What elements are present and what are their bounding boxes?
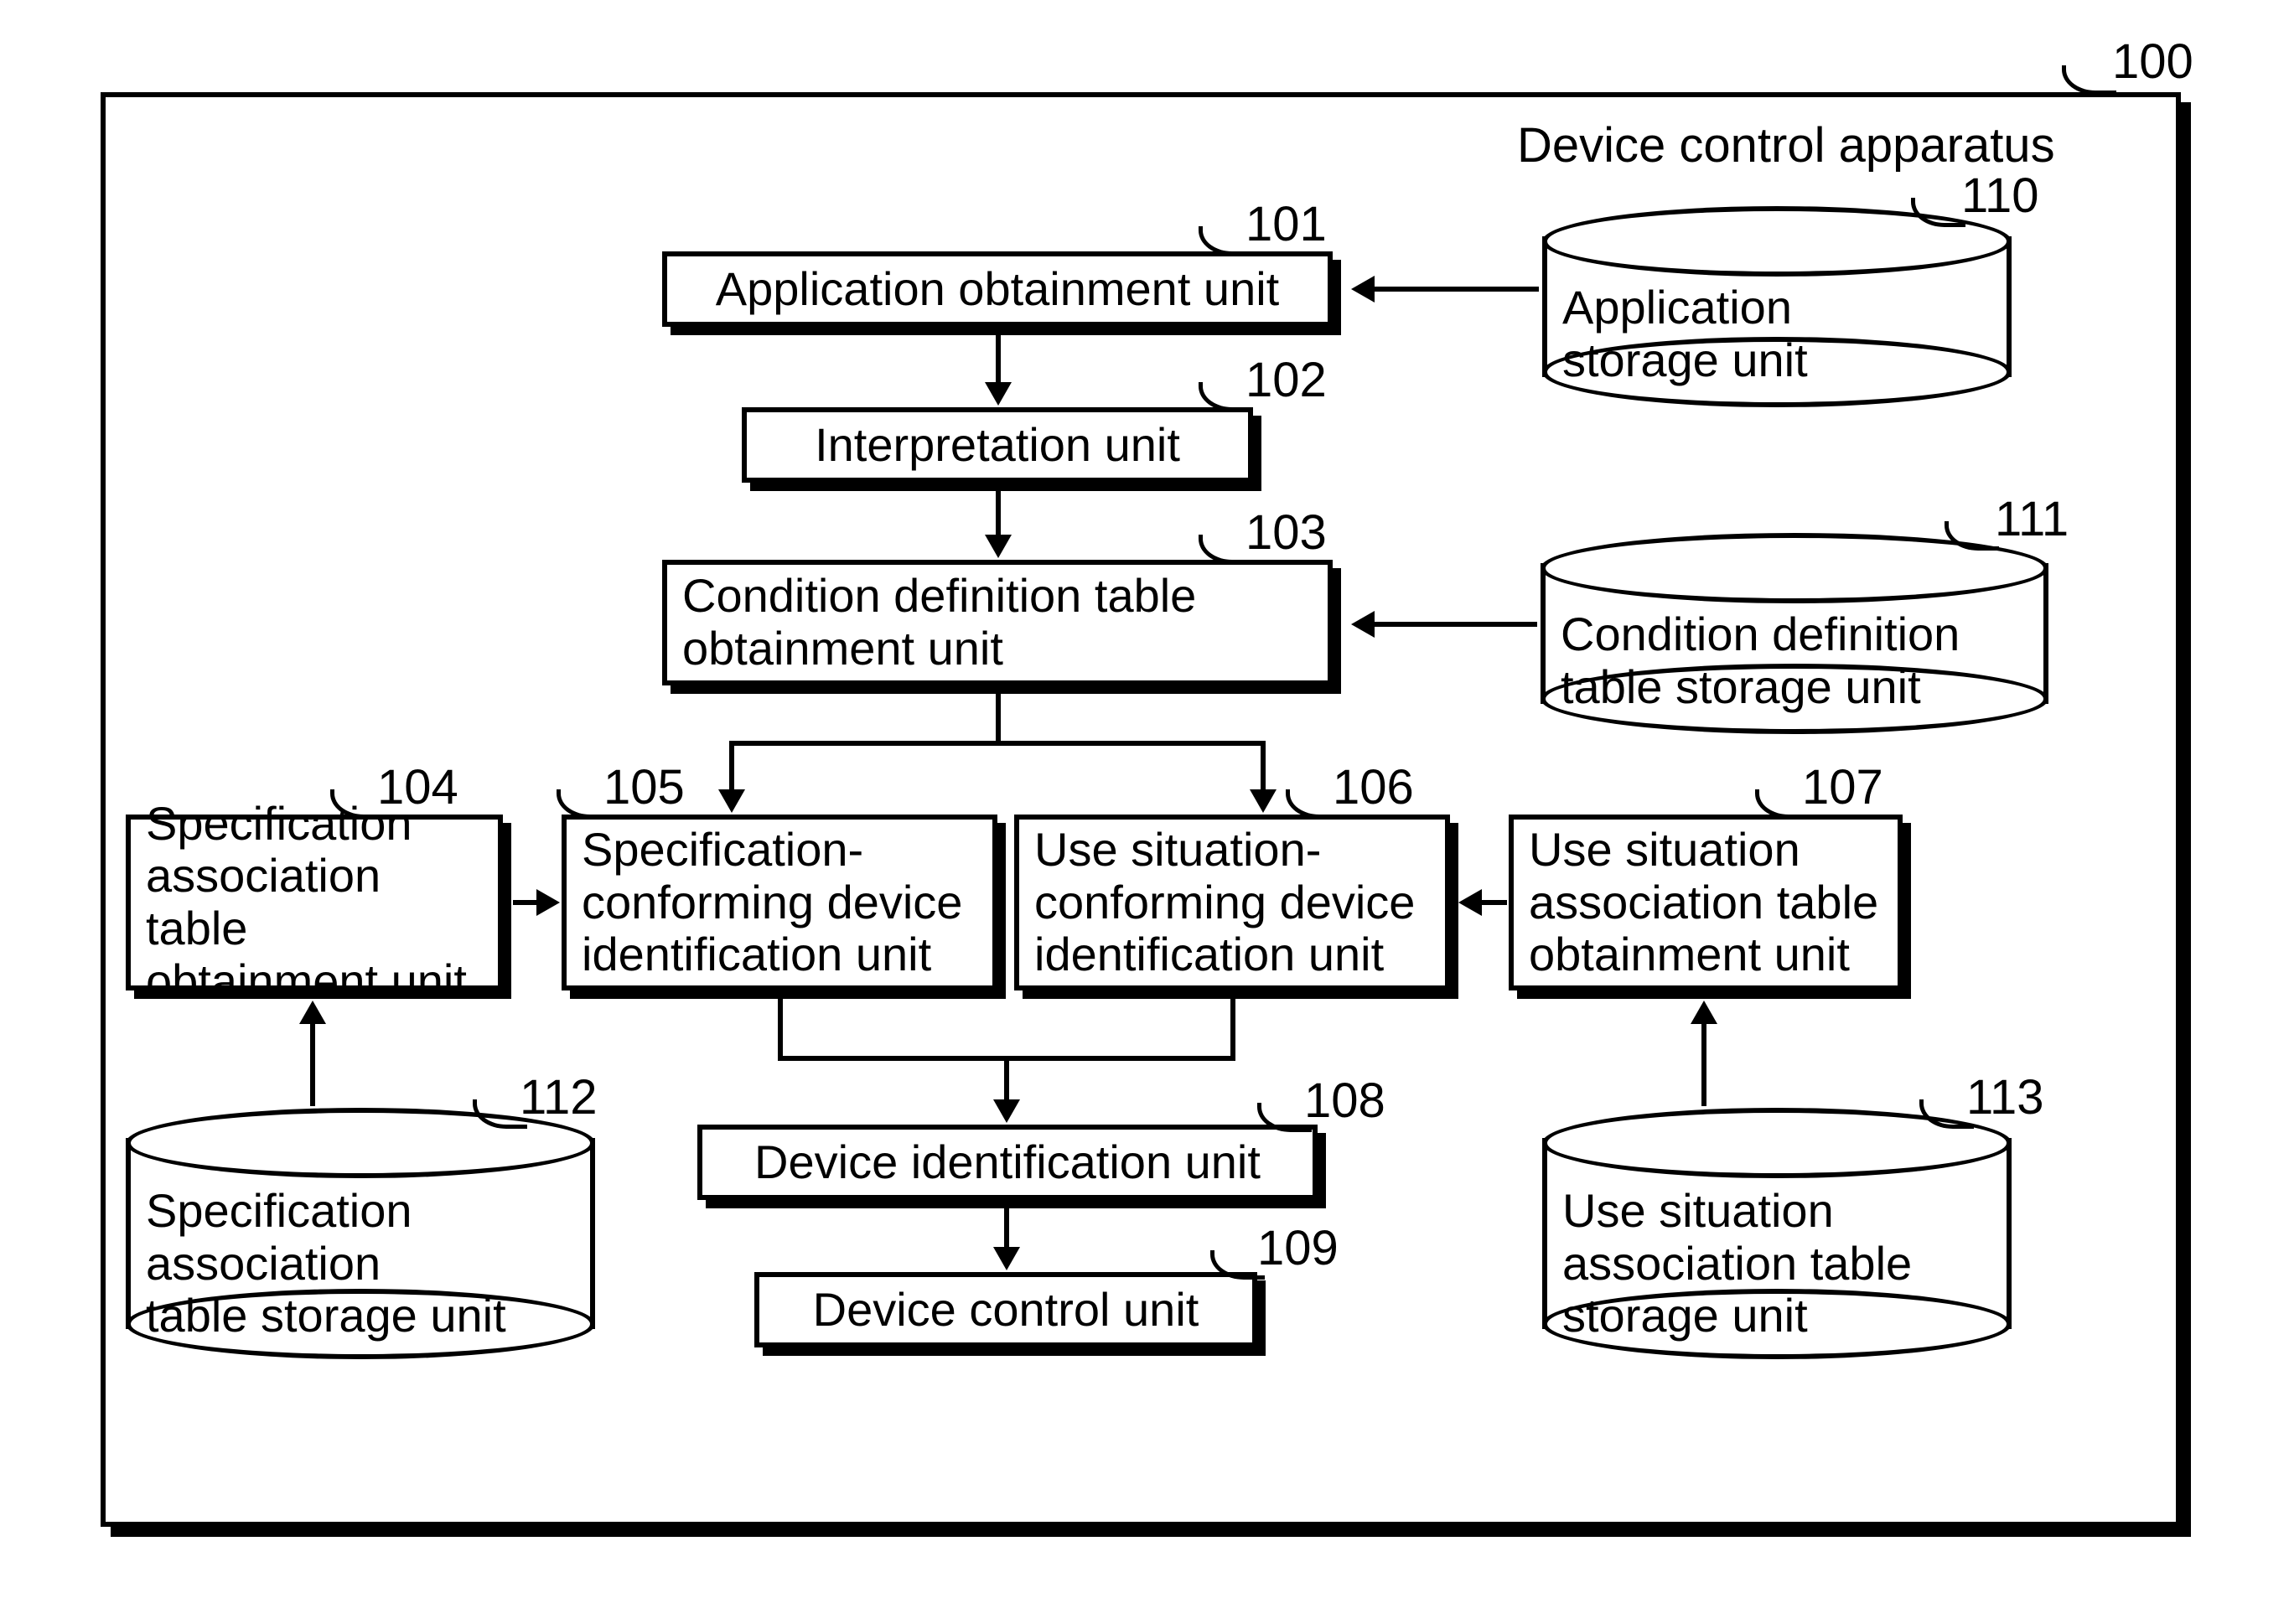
ref-101: 101 <box>1245 196 1327 252</box>
box-108: Device identification unit <box>697 1125 1318 1200</box>
ref-106: 106 <box>1333 759 1414 815</box>
storage-111-label: Condition definition table storage unit <box>1561 608 1960 713</box>
ref-113: 113 <box>1966 1069 2043 1125</box>
storage-110: Application storage unit <box>1542 206 2012 407</box>
diagram-canvas: Device control apparatus 100 Application… <box>0 0 2289 1624</box>
box-105-label: Specification- conforming device identif… <box>582 824 962 981</box>
ref-102: 102 <box>1245 352 1327 408</box>
arrow-105-down <box>778 999 783 1059</box>
arrow-merge-to108 <box>1004 1056 1009 1103</box>
arrowhead-111-103 <box>1351 611 1375 638</box>
arrowhead-102-103 <box>985 535 1012 558</box>
arrowhead-107-106 <box>1458 889 1482 916</box>
arrowhead-101-102 <box>985 382 1012 406</box>
arrow-101-102 <box>996 335 1001 385</box>
ref-110: 110 <box>1961 168 2038 224</box>
ref-112: 112 <box>520 1069 597 1125</box>
box-102: Interpretation unit <box>742 407 1253 483</box>
ref-104: 104 <box>377 759 458 815</box>
arrow-111-103 <box>1375 622 1537 627</box>
storage-112-label: Specification association table storage … <box>146 1185 506 1342</box>
box-104: Specification association table obtainme… <box>126 815 503 990</box>
arrowhead-108-109 <box>993 1247 1020 1270</box>
box-104-label: Specification association table obtainme… <box>146 798 483 1008</box>
box-109-label: Device control unit <box>813 1284 1199 1337</box>
storage-113-label: Use situation association table storage … <box>1562 1185 1912 1342</box>
box-103-label: Condition definition table obtainment un… <box>682 570 1196 675</box>
arrow-112-104 <box>310 1022 315 1106</box>
ref-100: 100 <box>2112 34 2193 90</box>
arrow-102-103 <box>996 491 1001 538</box>
arrowhead-113-107 <box>1691 1001 1717 1024</box>
box-106-label: Use situation- conforming device identif… <box>1034 824 1415 981</box>
storage-110-label: Application storage unit <box>1562 282 1808 386</box>
arrow-104-105 <box>513 900 538 905</box>
box-109: Device control unit <box>754 1272 1257 1347</box>
arrow-103-hsplit <box>729 741 1266 746</box>
arrowhead-110-101 <box>1351 276 1375 303</box>
box-103: Condition definition table obtainment un… <box>662 560 1333 685</box>
arrowhead-merge-108 <box>993 1099 1020 1123</box>
box-107-label: Use situation association table obtainme… <box>1529 824 1878 981</box>
ref-103: 103 <box>1245 504 1327 561</box>
arrow-107-106 <box>1482 900 1507 905</box>
ref-109: 109 <box>1257 1220 1339 1276</box>
box-101-label: Application obtainment unit <box>716 263 1279 316</box>
arrow-103-trunk <box>996 694 1001 744</box>
apparatus-title: Device control apparatus <box>1517 117 2055 173</box>
box-108-label: Device identification unit <box>754 1136 1261 1189</box>
ref-105: 105 <box>603 759 685 815</box>
box-107: Use situation association table obtainme… <box>1509 815 1903 990</box>
storage-111: Condition definition table storage unit <box>1541 533 2048 734</box>
arrow-108-109 <box>1004 1208 1009 1250</box>
box-102-label: Interpretation unit <box>815 419 1180 472</box>
ref-111: 111 <box>1995 491 2069 547</box>
box-105: Specification- conforming device identif… <box>562 815 997 990</box>
arrowhead-103-106 <box>1250 789 1277 813</box>
arrow-106-down <box>1230 999 1235 1059</box>
box-106: Use situation- conforming device identif… <box>1014 815 1450 990</box>
ref-108: 108 <box>1304 1073 1385 1129</box>
arrowhead-104-105 <box>536 889 560 916</box>
tick-100 <box>2062 65 2116 95</box>
box-101: Application obtainment unit <box>662 251 1333 327</box>
arrow-113-107 <box>1701 1022 1706 1106</box>
arrowhead-103-105 <box>718 789 745 813</box>
arrow-103-to106 <box>1261 741 1266 793</box>
storage-113: Use situation association table storage … <box>1542 1108 2012 1359</box>
ref-107: 107 <box>1802 759 1883 815</box>
arrow-110-101 <box>1375 287 1539 292</box>
arrow-103-to105 <box>729 741 734 793</box>
storage-112: Specification association table storage … <box>126 1108 595 1359</box>
arrowhead-112-104 <box>299 1001 326 1024</box>
